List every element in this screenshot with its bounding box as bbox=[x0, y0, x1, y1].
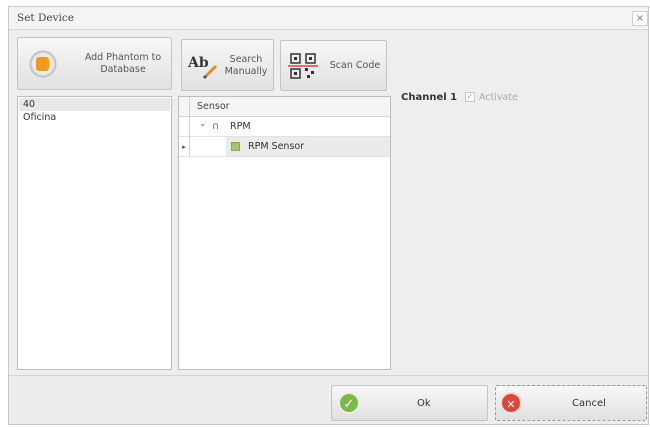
add-phantom-icon bbox=[29, 50, 57, 78]
title-bar: Set Device × bbox=[9, 7, 648, 30]
sensor-node-icon bbox=[231, 142, 240, 151]
close-icon: × bbox=[635, 13, 645, 24]
sensor-column-header: Sensor bbox=[197, 101, 230, 112]
close-button[interactable]: × bbox=[632, 11, 648, 26]
check-icon: ✓ bbox=[466, 92, 474, 101]
scan-code-label: Scan Code bbox=[329, 60, 381, 71]
cancel-button-label: Cancel bbox=[572, 398, 606, 409]
tree-node-label: RPM Sensor bbox=[248, 141, 305, 152]
expand-collapse-icon[interactable]: ⌄ bbox=[199, 119, 207, 129]
pencil-icon bbox=[202, 64, 218, 80]
list-item-label: 40 bbox=[23, 99, 36, 110]
add-phantom-label: Add Phantom to Database bbox=[84, 52, 162, 75]
qr-code-icon bbox=[288, 53, 318, 79]
row-indicator-arrow: ▸ bbox=[179, 137, 190, 157]
add-phantom-button[interactable]: Add Phantom to Database bbox=[17, 37, 172, 90]
cancel-x-icon: ✕ bbox=[500, 392, 522, 414]
channel-label: Channel 1 bbox=[401, 92, 458, 103]
list-item[interactable]: Oficina bbox=[19, 111, 170, 124]
tree-node-label: RPM bbox=[230, 121, 251, 132]
ok-button[interactable]: ✓ Ok bbox=[331, 385, 488, 421]
ok-check-icon: ✓ bbox=[338, 392, 360, 414]
activate-label: Activate bbox=[479, 92, 518, 103]
search-manually-button[interactable]: Ab Search Manually bbox=[181, 39, 274, 91]
ok-button-label: Ok bbox=[417, 398, 431, 409]
activate-checkbox[interactable]: ✓ bbox=[465, 92, 475, 102]
window-title: Set Device bbox=[17, 12, 74, 24]
row-indicator bbox=[179, 117, 190, 137]
list-item-label: Oficina bbox=[23, 112, 57, 123]
dialog-footer: ✓ Ok ✕ Cancel bbox=[9, 375, 648, 424]
set-device-dialog: Set Device × Add Phantom to Database Ab … bbox=[8, 6, 649, 425]
device-list[interactable]: 40 Oficina bbox=[17, 96, 172, 370]
tree-row-rpm[interactable]: ⌄ ∩ RPM bbox=[179, 117, 390, 137]
tree-row-rpm-sensor[interactable]: ▸ RPM Sensor bbox=[179, 137, 390, 157]
sensor-grid[interactable]: Sensor ⌄ ∩ RPM ▸ RPM Sensor bbox=[178, 96, 391, 370]
row-indicator-header bbox=[179, 97, 190, 116]
cancel-button[interactable]: ✕ Cancel bbox=[495, 385, 647, 421]
search-manually-label: Search Manually bbox=[224, 54, 268, 77]
scan-code-button[interactable]: Scan Code bbox=[280, 40, 387, 91]
sensor-grid-header[interactable]: Sensor bbox=[179, 97, 390, 117]
sensor-group-icon: ∩ bbox=[212, 121, 220, 132]
list-item[interactable]: 40 bbox=[19, 98, 170, 111]
